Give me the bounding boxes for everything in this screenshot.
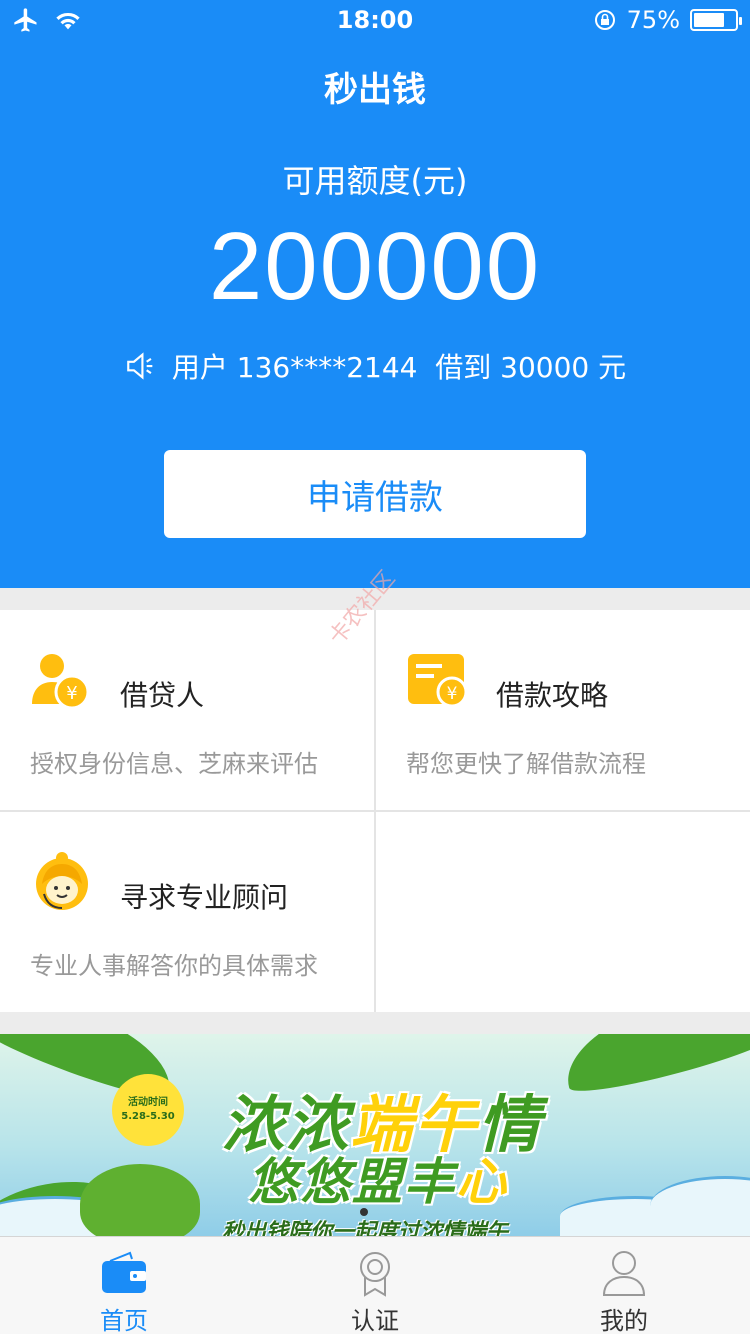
tab-label: 首页 bbox=[100, 1307, 148, 1334]
promo-banner[interactable]: 活动时间 5.28-5.30 浓浓端午情 悠悠盟丰心 秒出钱陪你一起度过浓情端午 bbox=[0, 1034, 750, 1236]
tab-mine[interactable]: 我的 bbox=[564, 1247, 684, 1334]
grid-item-title: 借贷人 bbox=[120, 679, 205, 712]
tab-certification[interactable]: 认证 bbox=[315, 1247, 435, 1334]
wave-decoration bbox=[650, 1176, 750, 1236]
grid-item-desc: 帮您更快了解借款流程 bbox=[406, 750, 646, 778]
svg-text:¥: ¥ bbox=[66, 683, 77, 704]
loan-notice: 用户 136****2144 借到 30000 元 bbox=[0, 346, 750, 386]
app-title: 秒出钱 bbox=[324, 70, 426, 110]
grid-item-title: 寻求专业顾问 bbox=[120, 881, 289, 914]
apply-loan-button[interactable]: 申请借款 bbox=[164, 450, 586, 538]
banner-subtitle: 秒出钱陪你一起度过浓情端午 bbox=[222, 1220, 509, 1236]
tab-home[interactable]: 首页 bbox=[64, 1247, 184, 1334]
svg-text:¥: ¥ bbox=[447, 684, 458, 704]
banner-title-line2: 悠悠盟丰心 bbox=[248, 1142, 508, 1214]
user-icon bbox=[602, 1251, 646, 1296]
certificate-icon bbox=[360, 1252, 390, 1297]
zongzi-mascot-icon bbox=[80, 1164, 200, 1236]
status-right: 75% bbox=[593, 6, 742, 34]
grid-item-guide[interactable]: ¥ 借款攻略 帮您更快了解借款流程 bbox=[376, 610, 750, 810]
battery-percent: 75% bbox=[626, 6, 680, 34]
speaker-icon bbox=[127, 352, 153, 380]
tab-label: 认证 bbox=[351, 1307, 399, 1334]
grid-divider-horizontal bbox=[0, 810, 750, 812]
event-date-badge: 活动时间 5.28-5.30 bbox=[112, 1074, 184, 1146]
quota-label: 可用额度(元) bbox=[282, 162, 468, 200]
advisor-icon bbox=[36, 852, 88, 910]
battery-fill bbox=[694, 13, 724, 27]
tab-bar: 首页 认证 我的 bbox=[0, 1236, 750, 1334]
grid-item-desc: 专业人事解答你的具体需求 bbox=[30, 952, 318, 980]
guide-card-icon: ¥ bbox=[408, 654, 468, 708]
grid-item-advisor[interactable]: 寻求专业顾问 专业人事解答你的具体需求 bbox=[0, 812, 374, 1012]
feature-grid: ¥ 借贷人 授权身份信息、芝麻来评估 ¥ 借款攻略 帮您更快了解借款流程 寻求专… bbox=[0, 610, 750, 1012]
header: 18:00 75% 秒出钱 可用额度(元) 200000 用户 136****2… bbox=[0, 0, 750, 588]
borrower-icon: ¥ bbox=[32, 654, 90, 710]
grid-item-more[interactable] bbox=[376, 812, 750, 1012]
banner-title2-b: 心 bbox=[456, 1153, 508, 1211]
banner-title2-a: 悠悠盟丰 bbox=[248, 1153, 456, 1211]
loan-notice-text: 用户 136****2144 借到 30000 元 bbox=[171, 351, 627, 384]
status-bar: 18:00 75% bbox=[0, 0, 750, 40]
grid-item-desc: 授权身份信息、芝麻来评估 bbox=[30, 750, 318, 778]
badge-line1: 活动时间 bbox=[128, 1097, 168, 1108]
wallet-icon bbox=[102, 1251, 146, 1293]
banner-page-indicator[interactable] bbox=[360, 1208, 368, 1216]
tab-label: 我的 bbox=[600, 1307, 648, 1334]
leaf-decoration bbox=[554, 1034, 750, 1102]
grid-item-title: 借款攻略 bbox=[496, 679, 609, 712]
quota-value: 200000 bbox=[208, 213, 542, 320]
rotation-lock-icon bbox=[594, 10, 615, 30]
grid-item-borrower[interactable]: ¥ 借贷人 授权身份信息、芝麻来评估 bbox=[0, 610, 374, 810]
badge-line2: 5.28-5.30 bbox=[121, 1111, 175, 1122]
battery-icon bbox=[690, 9, 742, 31]
